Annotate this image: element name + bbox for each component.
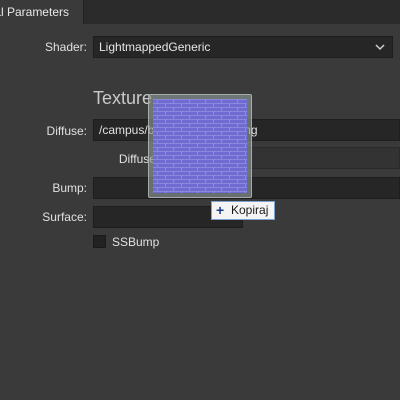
surface-label: Surface: [42, 210, 87, 224]
drag-preview [148, 94, 252, 198]
bump-label: Bump: [52, 181, 87, 195]
tab-material-parameters[interactable]: Material Parameters [0, 0, 84, 24]
plus-icon: + [216, 202, 225, 218]
tab-label: Material Parameters [0, 5, 69, 19]
copy-label: Kopiraj [231, 203, 269, 217]
ssbump-label: SSBump [112, 235, 160, 249]
copy-drop-badge: + Kopiraj [211, 201, 275, 220]
diffuse-label: Diffuse: [46, 124, 87, 138]
brick-texture-icon [153, 99, 247, 193]
shader-dropdown[interactable]: LightmappedGeneric [93, 36, 393, 58]
ssbump-checkbox[interactable] [93, 235, 106, 248]
chevron-down-icon [375, 44, 385, 51]
shader-value: LightmappedGeneric [99, 40, 211, 54]
tab-bar: Material Parameters [0, 0, 400, 24]
texture-section-title: Texture [93, 88, 153, 108]
shader-label: Shader: [44, 40, 87, 54]
